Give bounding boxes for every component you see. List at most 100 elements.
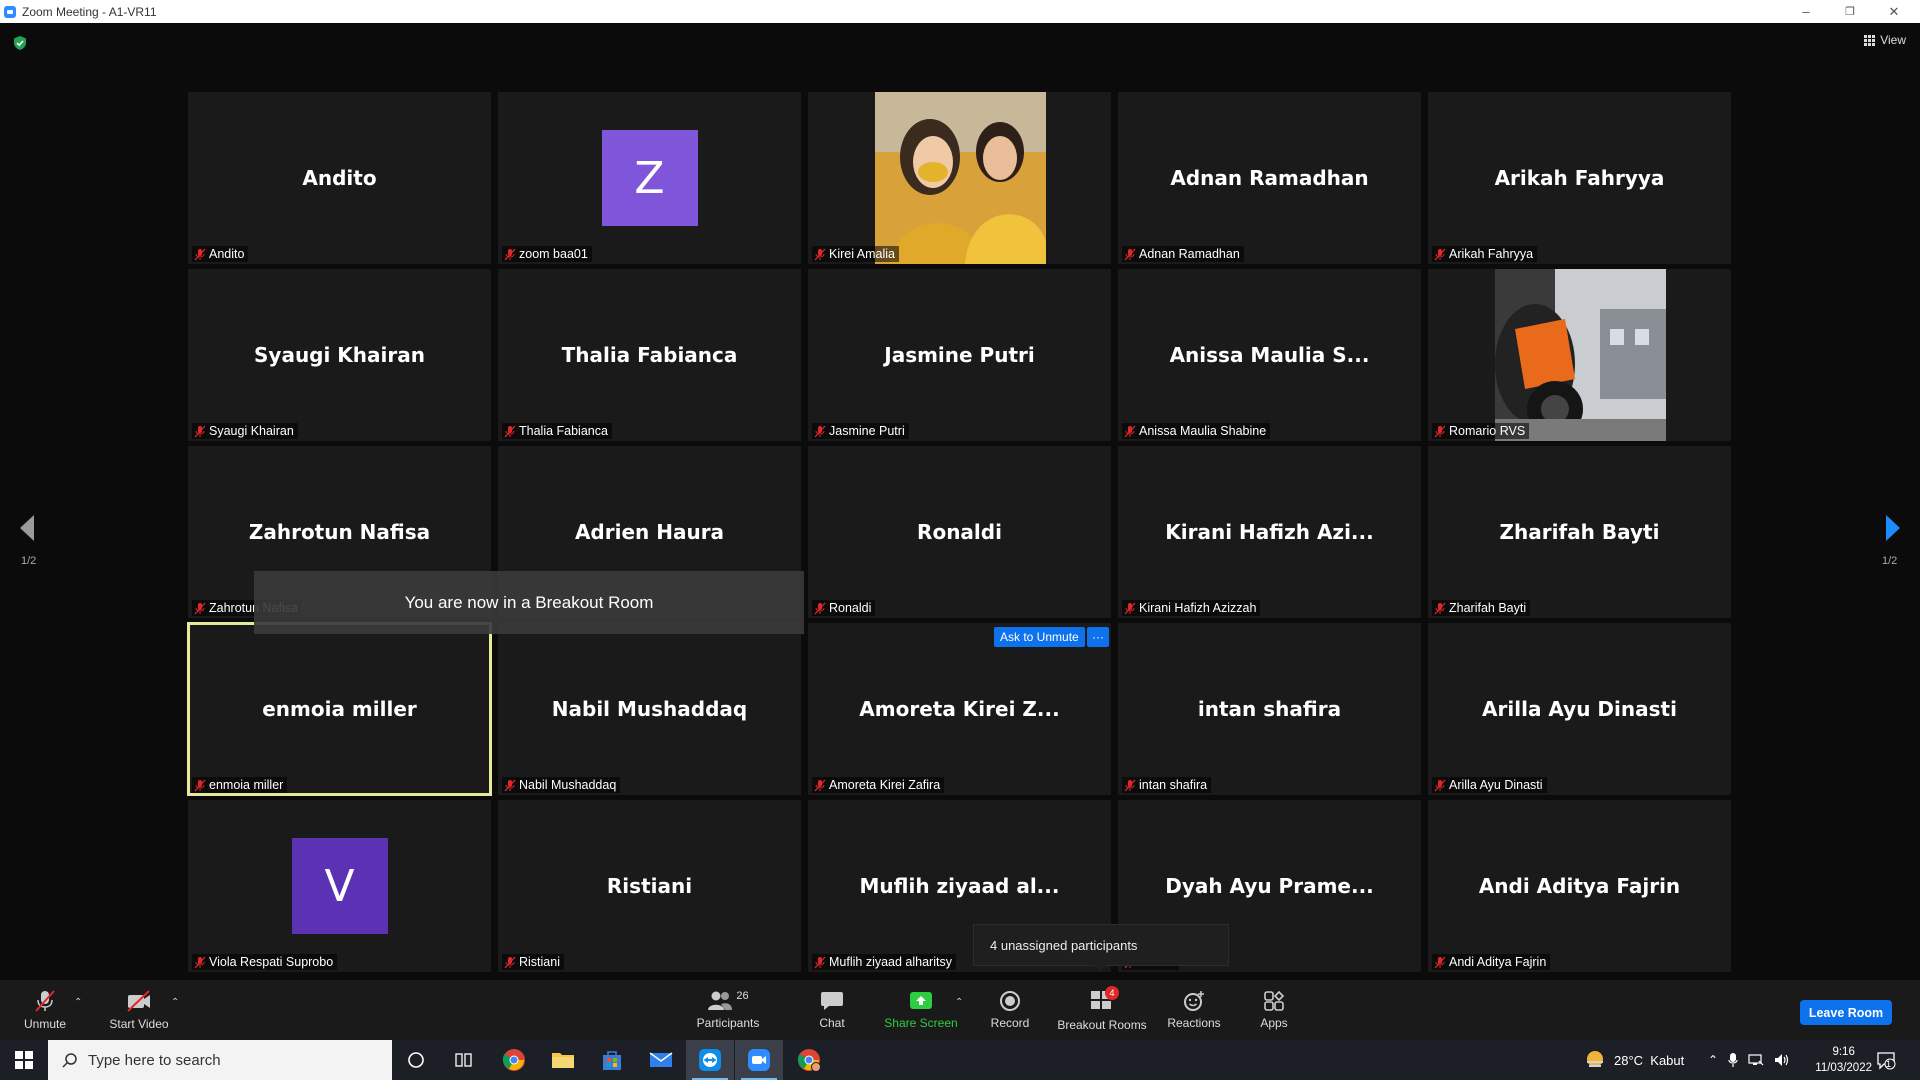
teamviewer-taskbar-app[interactable] — [686, 1040, 734, 1080]
participant-name-label: Kirei Amalia — [812, 246, 899, 262]
participant-name-text: Nabil Mushaddaq — [519, 778, 617, 792]
participant-tile[interactable]: Arikah Fahryya Arikah Fahryya — [1428, 92, 1731, 264]
muted-mic-icon — [504, 956, 516, 968]
participant-tile[interactable]: Amoreta Kirei Z... Amoreta Kirei Zafira — [808, 623, 1111, 795]
volume-icon[interactable] — [1774, 1053, 1790, 1067]
muted-mic-icon — [194, 425, 206, 437]
leave-room-button[interactable]: Leave Room — [1800, 1000, 1892, 1025]
muted-mic-icon — [1434, 602, 1446, 614]
participant-name-label: Zharifah Bayti — [1432, 600, 1531, 616]
participant-tile[interactable]: Nabil Mushaddaq Nabil Mushaddaq — [498, 623, 801, 795]
participant-tile[interactable]: Andi Aditya Fajrin Andi Aditya Fajrin — [1428, 800, 1731, 972]
apps-button[interactable]: Apps — [1246, 980, 1302, 1040]
participant-display-name: Syaugi Khairan — [254, 343, 425, 367]
task-view-button[interactable] — [440, 1040, 488, 1080]
participant-tile[interactable]: Syaugi Khairan Syaugi Khairan — [188, 269, 491, 441]
microphone-tray-icon[interactable] — [1728, 1052, 1738, 1068]
restore-button[interactable]: ❐ — [1828, 0, 1872, 23]
record-label: Record — [990, 1016, 1030, 1030]
participant-avatar: V — [291, 838, 388, 934]
next-page-arrow-icon[interactable] — [1884, 514, 1902, 542]
start-button[interactable] — [0, 1040, 48, 1080]
audio-options-caret-icon[interactable]: ⌃ — [74, 997, 82, 1008]
close-button[interactable]: ✕ — [1872, 0, 1916, 23]
participant-tile[interactable]: Andito Andito — [188, 92, 491, 264]
breakout-rooms-button[interactable]: 4 Breakout Rooms — [1052, 980, 1152, 1040]
start-video-label: Start Video — [109, 1017, 169, 1031]
show-hidden-icons-chevron-icon[interactable]: ⌃ — [1708, 1053, 1718, 1067]
video-options-caret-icon[interactable]: ⌃ — [171, 997, 179, 1008]
participant-tile[interactable]: Ristiani Ristiani — [498, 800, 801, 972]
participant-tile[interactable]: Ronaldi Ronaldi — [808, 446, 1111, 618]
mail-icon — [649, 1052, 673, 1067]
cortana-button[interactable] — [392, 1040, 440, 1080]
participant-tile[interactable]: Thalia Fabianca Thalia Fabianca — [498, 269, 801, 441]
participant-name-text: Romario RVS — [1449, 424, 1526, 438]
start-video-button[interactable]: Start Video — [104, 980, 174, 1040]
mail-taskbar-app[interactable] — [637, 1040, 685, 1080]
participant-tile[interactable]: V Viola Respati Suprobo — [188, 800, 491, 972]
file-explorer-taskbar-app[interactable] — [539, 1040, 587, 1080]
chat-button[interactable]: Chat — [802, 980, 862, 1040]
participant-tile[interactable]: Arilla Ayu Dinasti Arilla Ayu Dinasti — [1428, 623, 1731, 795]
clock-time: 9:16 — [1832, 1046, 1855, 1058]
participant-display-name: Andi Aditya Fajrin — [1478, 874, 1681, 898]
network-icon[interactable] — [1748, 1053, 1764, 1067]
share-screen-button[interactable]: Share Screen — [880, 980, 962, 1040]
muted-mic-icon — [1434, 779, 1446, 791]
participant-tile[interactable]: enmoia miller enmoia miller — [187, 622, 492, 796]
participant-tile[interactable]: Zharifah Bayti Zharifah Bayti — [1428, 446, 1731, 618]
muted-mic-icon — [194, 248, 206, 260]
muted-mic-icon — [1124, 602, 1136, 614]
participant-tile[interactable]: Kirani Hafizh Azi... Kirani Hafizh Azizza… — [1118, 446, 1421, 618]
participant-name-text: enmoia miller — [209, 778, 284, 792]
more-options-button[interactable]: ··· — [1087, 627, 1109, 647]
taskbar-search-box[interactable]: Type here to search — [48, 1040, 392, 1080]
zoom-taskbar-app[interactable] — [735, 1040, 783, 1080]
participant-tile[interactable]: intan shafira intan shafira — [1118, 623, 1421, 795]
taskbar-clock[interactable]: 9:16 11/03/2022 — [1815, 1044, 1872, 1076]
participant-tile[interactable]: Zzoom baa01 — [498, 92, 801, 264]
participant-display-name: Muflih ziyaad al... — [859, 874, 1060, 898]
window-title-bar: Zoom Meeting - A1-VR11 – ❐ ✕ — [0, 0, 1920, 23]
teamviewer-icon — [699, 1049, 721, 1071]
participant-name-label: intan shafira — [1122, 777, 1212, 793]
participant-display-name: Arilla Ayu Dinasti — [1482, 697, 1677, 721]
participants-count: 26 — [736, 990, 749, 1002]
unmute-label: Unmute — [23, 1017, 67, 1031]
apps-icon — [1264, 990, 1285, 1011]
notification-center-button[interactable]: 1 — [1876, 1040, 1896, 1080]
breakout-rooms-label: Breakout Rooms — [1057, 1017, 1147, 1032]
minimize-button[interactable]: – — [1784, 0, 1828, 23]
weather-text: 28°C Kabut — [1614, 1052, 1685, 1068]
system-tray: ⌃ — [1708, 1040, 1790, 1080]
ask-to-unmute-button[interactable]: Ask to Unmute — [994, 627, 1085, 647]
participant-tile[interactable]: Anissa Maulia S... Anissa Maulia Shabine — [1118, 269, 1421, 441]
share-options-caret-icon[interactable]: ⌃ — [955, 997, 963, 1008]
participants-button[interactable]: 26 Participants — [690, 980, 766, 1040]
record-button[interactable]: Record — [980, 980, 1040, 1040]
previous-page-arrow-icon[interactable] — [18, 514, 36, 542]
participant-tile[interactable]: Adnan Ramadhan Adnan Ramadhan — [1118, 92, 1421, 264]
participant-name-text: Syaugi Khairan — [209, 424, 294, 438]
store-taskbar-app[interactable] — [588, 1040, 636, 1080]
reactions-button[interactable]: Reactions — [1162, 980, 1226, 1040]
participant-display-name: Jasmine Putri — [884, 343, 1035, 367]
unmute-button[interactable]: Unmute — [14, 980, 76, 1040]
participant-tile[interactable]: Romario RVS — [1428, 269, 1731, 441]
windows-logo-icon — [15, 1051, 33, 1069]
participant-tile[interactable]: Kirei Amalia — [808, 92, 1111, 264]
muted-mic-icon — [814, 956, 826, 968]
muted-mic-icon — [1124, 425, 1136, 437]
encryption-shield-icon[interactable] — [12, 35, 28, 51]
chrome-profile-taskbar-app[interactable] — [785, 1040, 833, 1080]
page-indicator-right: 1/2 — [1882, 555, 1898, 567]
notification-count: 1 — [1886, 1059, 1892, 1069]
weather-widget[interactable]: 28°C Kabut — [1584, 1040, 1684, 1080]
participant-display-name: Adnan Ramadhan — [1170, 166, 1369, 190]
chrome-taskbar-app[interactable] — [490, 1040, 538, 1080]
participant-display-name: Kirani Hafizh Azi... — [1165, 520, 1374, 544]
view-button[interactable]: View — [1864, 33, 1906, 47]
participant-tile[interactable]: Jasmine Putri Jasmine Putri — [808, 269, 1111, 441]
participant-name-label: Arikah Fahryya — [1432, 246, 1538, 262]
